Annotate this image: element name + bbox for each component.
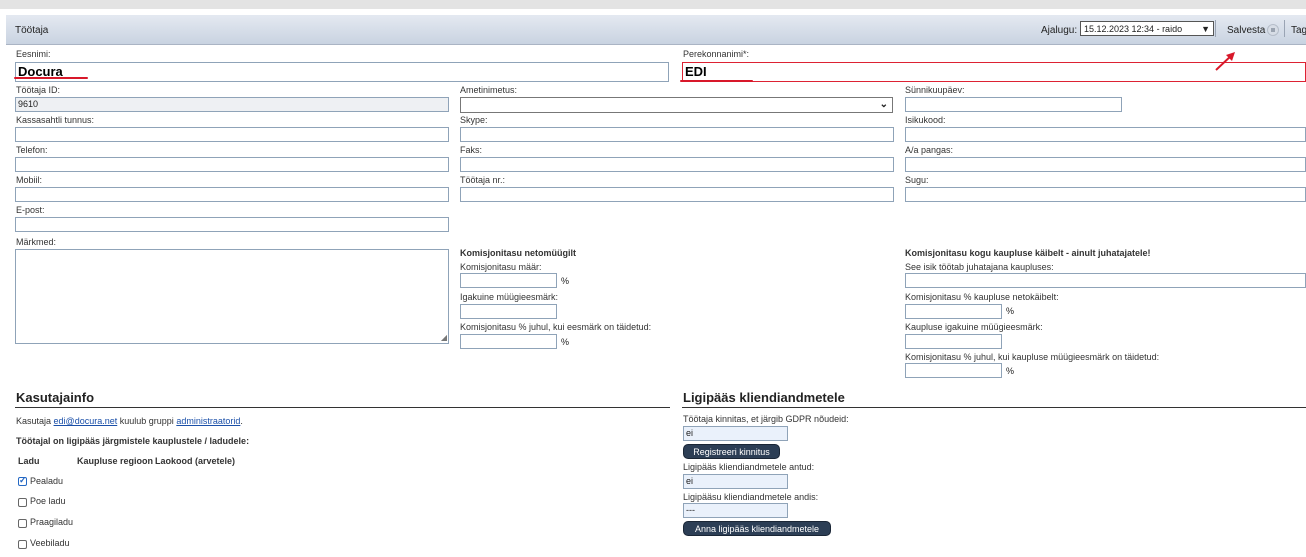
personal-code-label: Isikukood: (905, 115, 946, 125)
commission-rate-input[interactable] (460, 273, 557, 288)
employee-number-label: Töötaja nr.: (460, 175, 506, 185)
warehouse-access-title: Töötajal on ligipääs järgmistele kauplus… (16, 436, 250, 446)
warehouse-checkbox-praagiladu[interactable] (18, 519, 27, 528)
userinfo-divider (15, 407, 670, 408)
email-label: E-post: (16, 205, 45, 215)
first-name-label: Eesnimi: (16, 49, 51, 59)
history-selected-value: 15.12.2023 12:34 - raido (1084, 24, 1183, 34)
resize-grip-icon[interactable]: ◢ (441, 333, 447, 342)
chevron-down-icon: ▼ (1201, 24, 1210, 34)
birthdate-input[interactable] (905, 97, 1122, 112)
userinfo-text: Kasutaja edi@docura.net kuulub gruppi ad… (16, 416, 243, 426)
column-warehouse-code: Laokood (arvetele) (155, 456, 236, 466)
column-store-region: Kaupluse regioon (77, 456, 154, 466)
store-target-label: Kaupluse igakuine müügieesmärk: (905, 322, 1043, 332)
notes-textarea[interactable]: ◢ (15, 249, 449, 344)
gender-label: Sugu: (905, 175, 929, 185)
window-title: Töötaja (15, 25, 49, 36)
gdpr-value-field: ei (683, 426, 788, 441)
history-label: Ajalugu: (1041, 25, 1078, 36)
grant-access-button[interactable]: Anna ligipääs kliendiandmetele (683, 521, 831, 536)
access-granter-label: Ligipääsu kliendiandmetele andis: (683, 492, 819, 502)
store-manager-input[interactable] (905, 273, 1306, 288)
toolbar-divider (1215, 20, 1216, 37)
store-achieved-input[interactable] (905, 363, 1002, 378)
cash-drawer-input[interactable] (15, 127, 449, 142)
access-granted-label: Ligipääs kliendiandmetele antud: (683, 462, 815, 472)
phone-label: Telefon: (16, 145, 48, 155)
warehouse-checkbox-poe-ladu[interactable] (18, 498, 27, 507)
store-achieved-label: Komisjonitasu % juhul, kui kaupluse müüg… (905, 352, 1160, 362)
monthly-target-input[interactable] (460, 304, 557, 319)
employee-number-input[interactable] (460, 187, 894, 202)
fax-input[interactable] (460, 157, 894, 172)
employee-id-label: Töötaja ID: (16, 85, 61, 95)
skype-input[interactable] (460, 127, 894, 142)
gender-input[interactable] (905, 187, 1306, 202)
group-link[interactable]: administraatorid (176, 416, 240, 426)
toolbar-divider (1284, 20, 1285, 37)
last-name-label: Perekonnanimi*: (683, 49, 750, 59)
store-rate-label: Komisjonitasu % kaupluse netokäibelt: (905, 292, 1059, 302)
userinfo-text-mid: kuulub gruppi (119, 416, 174, 426)
column-warehouse: Ladu (18, 456, 40, 466)
annotation-underline (14, 77, 88, 79)
percent-sign: % (1006, 306, 1015, 316)
user-email-link[interactable]: edi@docura.net (54, 416, 118, 426)
fax-label: Faks: (460, 145, 483, 155)
job-title-select[interactable]: ⌄ (460, 97, 893, 113)
client-access-divider (682, 407, 1306, 408)
userinfo-text-pre: Kasutaja (16, 416, 52, 426)
userinfo-heading: Kasutajainfo (16, 390, 95, 405)
userinfo-text-post: . (240, 416, 243, 426)
warehouse-checkbox-veebiladu[interactable] (18, 540, 27, 549)
email-input[interactable] (15, 217, 449, 232)
store-rate-input[interactable] (905, 304, 1002, 319)
monthly-target-label: Igakuine müügieesmärk: (460, 292, 559, 302)
mobile-label: Mobiil: (16, 175, 43, 185)
store-manager-label: See isik töötab juhatajana kaupluses: (905, 262, 1054, 272)
job-title-label: Ametinimetus: (460, 85, 518, 95)
access-granter-field: --- (683, 503, 788, 518)
percent-sign: % (561, 276, 570, 286)
history-select[interactable]: 15.12.2023 12:34 - raido ▼ (1080, 21, 1214, 36)
save-button[interactable]: Salvesta (1227, 25, 1265, 36)
window-titlebar: Töötaja Ajalugu: 15.12.2023 12:34 - raid… (6, 15, 1306, 45)
commission-net-title: Komisjonitasu netomüügilt (460, 248, 576, 258)
warehouse-name: Poe ladu (30, 496, 66, 506)
access-granted-field: ei (683, 474, 788, 489)
store-target-input[interactable] (905, 334, 1002, 349)
warehouse-name: Pealadu (30, 476, 64, 486)
warehouse-checkbox-pealadu[interactable] (18, 475, 27, 486)
bank-account-label: A/a pangas: (905, 145, 954, 155)
commission-achieved-label: Komisjonitasu % juhul, kui eesmärk on tä… (460, 322, 652, 332)
commission-rate-label: Komisjonitasu määr: (460, 262, 542, 272)
save-icon[interactable] (1267, 24, 1279, 36)
commission-achieved-input[interactable] (460, 334, 557, 349)
chevron-down-icon: ⌄ (879, 99, 888, 110)
top-strip (0, 0, 1306, 9)
annotation-underline (680, 80, 753, 82)
commission-store-title: Komisjonitasu kogu kaupluse käibelt - ai… (905, 248, 1151, 258)
percent-sign: % (561, 337, 570, 347)
employee-id-field: 9610 (15, 97, 449, 112)
skype-label: Skype: (460, 115, 488, 125)
first-name-input[interactable]: Docura (15, 62, 669, 82)
cash-drawer-label: Kassasahtli tunnus: (16, 115, 95, 125)
birthdate-label: Sünnikuupäev: (905, 85, 965, 95)
bank-account-input[interactable] (905, 157, 1306, 172)
gdpr-label: Töötaja kinnitas, et järgib GDPR nõudeid… (683, 414, 849, 424)
mobile-input[interactable] (15, 187, 449, 202)
client-access-heading: Ligipääs kliendiandmetele (683, 390, 845, 405)
annotation-arrow-icon (1215, 52, 1235, 71)
back-button[interactable]: Taga (1291, 25, 1306, 36)
notes-label: Märkmed: (16, 237, 57, 247)
warehouse-name: Veebiladu (30, 538, 70, 548)
phone-input[interactable] (15, 157, 449, 172)
register-confirmation-button[interactable]: Registreeri kinnitus (683, 444, 780, 459)
percent-sign: % (1006, 366, 1015, 376)
warehouse-name: Praagiladu (30, 517, 74, 527)
personal-code-input[interactable] (905, 127, 1306, 142)
